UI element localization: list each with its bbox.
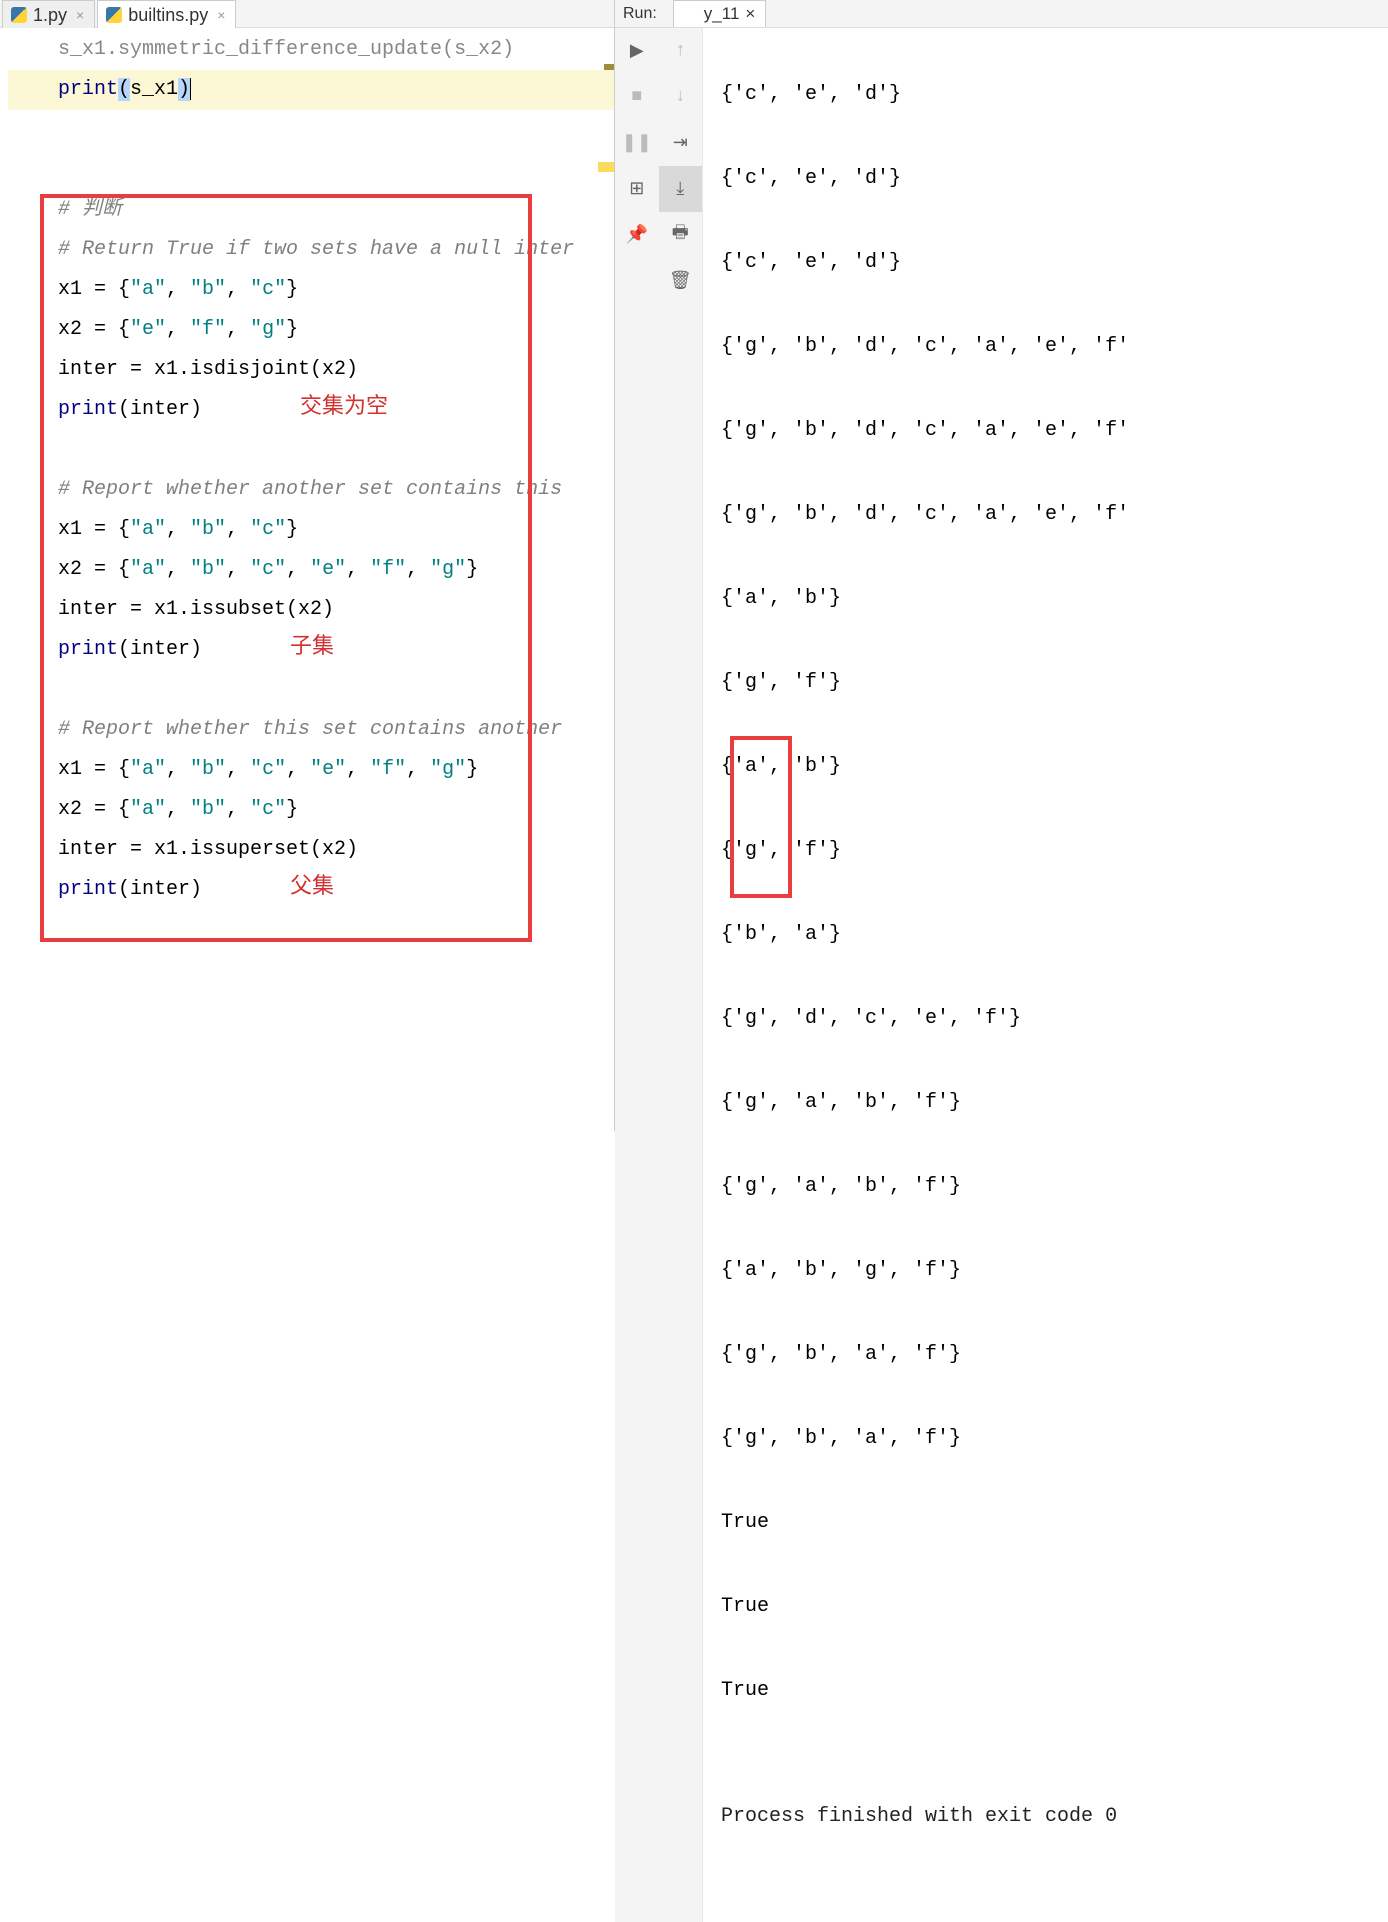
blank-line <box>8 670 614 710</box>
run-tab-label: y_11 <box>704 4 740 24</box>
output-line: {'g', 'b', 'a', 'f'} <box>721 1334 1388 1376</box>
code-line: x2 = {"a", "b", "c", "e", "f", "g"} <box>8 550 614 590</box>
code-editor[interactable]: s_x1.symmetric_difference_update(s_x2) p… <box>0 28 614 1131</box>
wrap-icon[interactable]: ⇥ <box>659 120 703 166</box>
print-icon[interactable]: 🖶 <box>659 212 703 258</box>
close-icon[interactable]: × <box>745 4 755 24</box>
code-line: inter = x1.issubset(x2) <box>8 590 614 630</box>
run-pane: Run: y_11 × ▶↑ ■↓ ❚❚⇥ ⊞⤓ 📌🖶 🗑 <box>615 0 1388 1131</box>
layout-icon[interactable]: ⊞ <box>615 166 659 212</box>
output-line: {'c', 'e', 'd'} <box>721 158 1388 200</box>
tab-label: builtins.py <box>128 5 208 26</box>
comment-line: # Report whether another set contains th… <box>8 470 614 510</box>
code-line: x1 = {"a", "b", "c", "e", "f", "g"} <box>8 750 614 790</box>
output-line: {'a', 'b', 'g', 'f'} <box>721 1250 1388 1292</box>
output-line: {'g', 'a', 'b', 'f'} <box>721 1082 1388 1124</box>
comment-line: # 判断 <box>8 190 614 230</box>
pause-icon[interactable]: ❚❚ <box>615 120 659 166</box>
code-line: inter = x1.isdisjoint(x2) <box>8 350 614 390</box>
run-tab[interactable]: y_11 × <box>673 0 767 27</box>
output-line: {'g', 'a', 'b', 'f'} <box>721 1166 1388 1208</box>
down-icon[interactable]: ↓ <box>659 74 703 120</box>
output-line: {'g', 'b', 'd', 'c', 'a', 'e', 'f' <box>721 494 1388 536</box>
scroll-end-icon[interactable]: ⤓ <box>659 166 703 212</box>
output-line: {'c', 'e', 'd'} <box>721 74 1388 116</box>
code-line: x2 = {"e", "f", "g"} <box>8 310 614 350</box>
tab-file-2[interactable]: builtins.py × <box>97 0 236 28</box>
python-icon <box>684 7 698 21</box>
code-line-current: print(s_x1) <box>8 70 614 110</box>
tab-label: 1.py <box>33 5 67 26</box>
up-icon[interactable]: ↑ <box>659 28 703 74</box>
python-icon <box>11 7 27 23</box>
run-label: Run: <box>619 5 673 23</box>
code-line: inter = x1.issuperset(x2) <box>8 830 614 870</box>
trash-icon[interactable]: 🗑 <box>659 258 703 304</box>
python-icon <box>106 7 122 23</box>
blank-line <box>8 430 614 470</box>
run-button[interactable]: ▶ <box>615 28 659 74</box>
editor-tabs: 1.py × builtins.py × <box>0 0 614 28</box>
code-line: x1 = {"a", "b", "c"} <box>8 270 614 310</box>
pin-icon[interactable]: 📌 <box>615 212 659 258</box>
comment-line: # Report whether this set contains anoth… <box>8 710 614 750</box>
caret <box>190 78 191 100</box>
code-line: s_x1.symmetric_difference_update(s_x2) <box>8 30 614 70</box>
tab-file-1[interactable]: 1.py × <box>2 0 95 28</box>
comment-line: # Return True if two sets have a null in… <box>8 230 614 270</box>
editor-pane: 1.py × builtins.py × s_x1.symmetric_diff… <box>0 0 615 1131</box>
output-line: {'b', 'a'} <box>721 914 1388 956</box>
annotation-text: 交集为空 <box>300 388 388 420</box>
annotation-text: 父集 <box>290 868 334 900</box>
run-toolbar: ▶↑ ■↓ ❚❚⇥ ⊞⤓ 📌🖶 🗑 <box>615 28 703 1922</box>
output-line: {'c', 'e', 'd'} <box>721 242 1388 284</box>
process-finished-line: Process finished with exit code 0 <box>721 1796 1388 1838</box>
close-icon[interactable]: × <box>214 7 225 23</box>
run-header: Run: y_11 × <box>615 0 1388 28</box>
output-line: {'a', 'b'} <box>721 578 1388 620</box>
output-line: {'g', 'b', 'd', 'c', 'a', 'e', 'f' <box>721 410 1388 452</box>
blank-line <box>8 110 614 150</box>
output-line: {'g', 'f'} <box>721 830 1388 872</box>
output-line: {'g', 'b', 'a', 'f'} <box>721 1418 1388 1460</box>
output-line: {'a', 'b'} <box>721 746 1388 788</box>
code-line: x2 = {"a", "b", "c"} <box>8 790 614 830</box>
close-icon[interactable]: × <box>73 7 84 23</box>
stop-button[interactable]: ■ <box>615 74 659 120</box>
output-line: True <box>721 1670 1388 1712</box>
blank-line <box>8 150 614 190</box>
annotation-text: 子集 <box>290 628 334 660</box>
blank-cell <box>615 258 659 304</box>
output-line: {'g', 'd', 'c', 'e', 'f'} <box>721 998 1388 1040</box>
output-line: {'g', 'f'} <box>721 662 1388 704</box>
output-line: {'g', 'b', 'd', 'c', 'a', 'e', 'f' <box>721 326 1388 368</box>
code-line: x1 = {"a", "b", "c"} <box>8 510 614 550</box>
console-output[interactable]: {'c', 'e', 'd'} {'c', 'e', 'd'} {'c', 'e… <box>703 28 1388 1922</box>
output-line: True <box>721 1586 1388 1628</box>
output-line: True <box>721 1502 1388 1544</box>
